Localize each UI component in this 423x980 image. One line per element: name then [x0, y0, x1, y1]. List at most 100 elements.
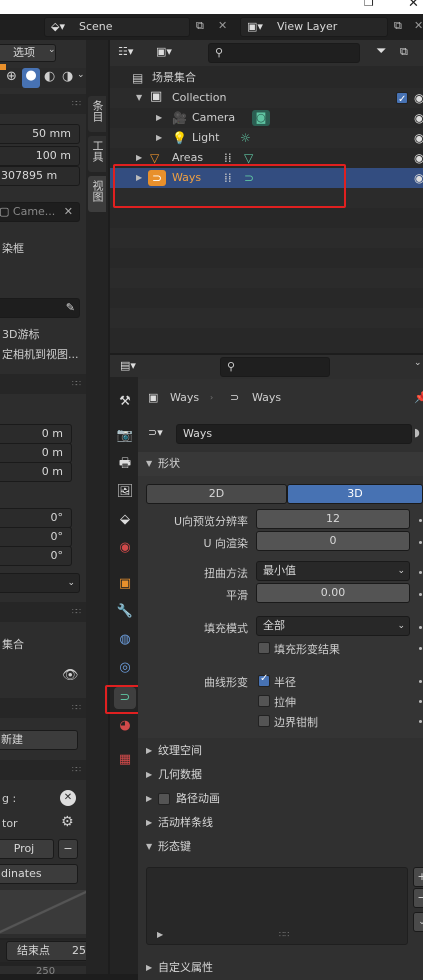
remove-scene-icon[interactable]: ✕: [218, 19, 227, 32]
remove-circle-icon[interactable]: ✕: [60, 790, 76, 806]
new-button[interactable]: 新建: [0, 730, 78, 750]
mode-dropdown[interactable]: ⌄: [0, 573, 80, 593]
custom-properties-panel-header[interactable]: ▶ 自定义属性: [138, 956, 423, 980]
shape-panel-header[interactable]: ▼ 形状: [138, 452, 423, 476]
shape-key-menu-button[interactable]: ⌄: [413, 912, 423, 932]
particles-tab-icon[interactable]: ◍: [114, 629, 136, 651]
local-camera-field[interactable]: ▢ Came... ✕: [0, 202, 80, 222]
outliner-row-light[interactable]: ▶ 💡 Light ☼ ◉: [110, 128, 423, 148]
eyedropper-field[interactable]: ✎: [0, 298, 80, 318]
texture-space-panel-header[interactable]: ▶ 纹理空间: [138, 739, 423, 763]
new-scene-icon[interactable]: ⧉: [196, 19, 204, 33]
path-animation-panel-header[interactable]: ▶ 路径动画: [138, 787, 423, 811]
restore-icon[interactable]: ❐: [364, 0, 374, 9]
eye-icon[interactable]: 👁: [62, 668, 79, 683]
new-collection-icon[interactable]: ⧉: [400, 45, 408, 59]
shape-keys-panel-header[interactable]: ▼ 形态键: [138, 835, 423, 859]
tool-tab-icon[interactable]: ⚒: [114, 391, 136, 413]
keyframe-dot[interactable]: [419, 647, 422, 650]
gear-icon[interactable]: ⚙: [61, 814, 74, 830]
resize-grip-icon[interactable]: ∷∷: [279, 930, 289, 939]
rotation-x-field[interactable]: 0°: [0, 508, 72, 528]
display-mode-icon[interactable]: ▣▾: [156, 45, 172, 58]
tab-tool[interactable]: 工具: [88, 136, 106, 172]
rotation-y-field[interactable]: 0°: [0, 527, 72, 547]
output-tab-icon[interactable]: 🖶: [114, 453, 136, 475]
texture-tab-icon[interactable]: ▦: [114, 749, 136, 771]
preview-resolution-field[interactable]: 12: [256, 509, 410, 529]
close-window-icon[interactable]: ✕: [408, 0, 419, 11]
tab-view[interactable]: 视图: [88, 176, 106, 212]
scene-selector[interactable]: ⬙▾ Scene: [44, 17, 190, 37]
shape-keys-list[interactable]: ▶ ∷∷: [146, 867, 408, 945]
expand-icon[interactable]: ▼: [136, 88, 142, 108]
outliner-row-collection[interactable]: ▼ ▣ Collection ◉: [110, 88, 423, 110]
clear-icon[interactable]: ✕: [64, 203, 73, 221]
expand-icon[interactable]: ▶: [156, 128, 162, 148]
minus-button[interactable]: −: [58, 839, 78, 859]
exclude-checkbox[interactable]: [396, 90, 408, 110]
rendered-shading-icon[interactable]: ◑: [62, 69, 73, 84]
keyframe-dot[interactable]: [419, 593, 422, 596]
fill-mode-dropdown[interactable]: 全部 ⌄: [256, 616, 410, 636]
material-shading-icon[interactable]: ◐: [44, 69, 55, 84]
eye-icon[interactable]: ◉: [414, 88, 423, 108]
geometry-panel-header[interactable]: ▶ 几何数据: [138, 763, 423, 787]
clip-partial-field[interactable]: 307895 m: [0, 166, 80, 186]
path-animation-checkbox[interactable]: [158, 793, 170, 805]
radius-checkbox[interactable]: [258, 673, 270, 687]
section-header[interactable]: ∷∷: [0, 94, 86, 114]
location-x-field[interactable]: 0 m: [0, 424, 72, 444]
solid-shading-icon[interactable]: ●: [22, 68, 40, 88]
clip-end-field[interactable]: 100 m: [0, 146, 80, 166]
location-y-field[interactable]: 0 m: [0, 443, 72, 463]
remove-shape-key-button[interactable]: −: [413, 888, 423, 908]
modifier-tab-icon[interactable]: 🔧: [114, 601, 136, 623]
shading-buttons[interactable]: ⊕ ● ◐ ◑ ⌄: [0, 68, 86, 88]
chevron-down-icon[interactable]: ⌄: [414, 358, 422, 368]
location-z-field[interactable]: 0 m: [0, 462, 72, 482]
keyframe-dot[interactable]: [419, 541, 422, 544]
remove-view-layer-icon[interactable]: ✕: [414, 19, 423, 32]
coordinates-button[interactable]: dinates: [0, 864, 78, 884]
outliner-row-scene-collection[interactable]: ▤ 场景集合: [110, 68, 423, 88]
eye-icon[interactable]: ◉: [414, 108, 423, 128]
editor-type-icon[interactable]: ☷▾: [118, 45, 133, 58]
stretch-checkbox[interactable]: [258, 695, 270, 707]
dimension-2d-button[interactable]: 2D: [146, 484, 287, 504]
physics-tab-icon[interactable]: ◎: [114, 657, 136, 679]
section-header[interactable]: ∷∷: [0, 602, 86, 622]
editor-type-icon[interactable]: ▤▾: [120, 359, 136, 372]
outliner-row-camera[interactable]: ▶ 🎥 Camera ◙ ◉: [110, 108, 423, 128]
keyframe-dot[interactable]: [419, 626, 422, 629]
expand-icon[interactable]: ▶: [156, 108, 162, 128]
wireframe-shading-icon[interactable]: ⊕: [6, 69, 17, 84]
fill-deform-checkbox[interactable]: [258, 642, 270, 654]
pin-icon[interactable]: 📌: [414, 386, 423, 410]
eyedropper-icon[interactable]: ✎: [66, 299, 75, 317]
eye-icon[interactable]: ◉: [414, 128, 423, 148]
rotation-z-field[interactable]: 0°: [0, 546, 72, 566]
material-tab-icon[interactable]: ◕: [114, 715, 136, 737]
filter-icon[interactable]: ⏷: [376, 44, 386, 59]
focal-length-field[interactable]: 50 mm: [0, 124, 80, 144]
section-header[interactable]: ∷∷: [0, 760, 86, 780]
twist-method-dropdown[interactable]: 最小值 ⌄: [256, 561, 410, 581]
expand-icon[interactable]: ▶: [157, 930, 163, 939]
outliner-search-input[interactable]: ⚲: [208, 43, 360, 63]
new-view-layer-icon[interactable]: ⧉: [394, 19, 402, 33]
keyframe-dot[interactable]: [419, 680, 422, 683]
world-tab-icon[interactable]: ◉: [114, 537, 136, 559]
view-layer-tab-icon[interactable]: 🖼: [114, 481, 136, 503]
tab-item[interactable]: 条目: [88, 96, 106, 132]
render-resolution-field[interactable]: 0: [256, 531, 410, 551]
chevron-down-icon[interactable]: ⌄: [77, 70, 85, 80]
keyframe-dot[interactable]: [419, 700, 422, 703]
object-tab-icon[interactable]: ▣: [114, 573, 136, 595]
section-header[interactable]: ∷∷: [0, 374, 86, 394]
eye-icon[interactable]: ◉: [414, 168, 423, 188]
section-header[interactable]: ∷∷: [0, 698, 86, 718]
add-shape-key-button[interactable]: +: [413, 867, 423, 887]
curve-browse-icon[interactable]: ⊃▾: [148, 426, 163, 439]
scene-tab-icon[interactable]: ⬙: [114, 509, 136, 531]
